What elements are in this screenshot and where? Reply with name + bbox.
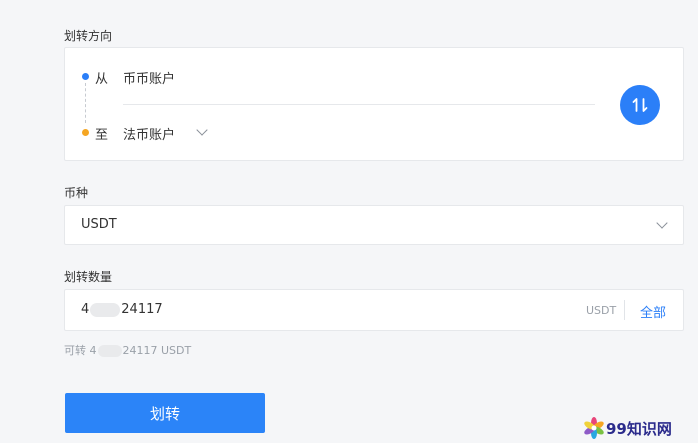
coin-label: 币种: [64, 186, 89, 200]
amount-value-suffix: 24117: [121, 302, 163, 317]
all-button[interactable]: 全部: [640, 302, 666, 321]
to-word: 至: [95, 128, 109, 143]
from-dot-icon: [82, 73, 89, 80]
amount-unit: USDT: [586, 304, 617, 317]
watermark: 99知识网: [582, 416, 694, 440]
from-account: 币币账户: [123, 72, 176, 87]
available-suffix: 24117 USDT: [122, 344, 192, 357]
redacted-blur: [97, 345, 122, 357]
direction-divider: [123, 104, 595, 105]
from-word: 从: [95, 72, 109, 87]
amount-value-prefix: 4: [81, 302, 90, 317]
amount-field[interactable]: 4 24117 USDT 全部: [64, 289, 684, 331]
coin-select[interactable]: USDT: [64, 205, 684, 245]
direction-card: 从 币币账户 至 法币账户: [64, 47, 684, 161]
to-account: 法币账户: [123, 128, 176, 143]
to-account-select[interactable]: 法币账户: [123, 118, 223, 144]
chevron-down-icon: [196, 124, 208, 136]
coin-value: USDT: [81, 217, 117, 232]
to-dot-icon: [82, 129, 89, 136]
flower-logo-icon: [584, 417, 604, 439]
watermark-text: 99知识网: [606, 420, 672, 438]
available-prefix: 可转 4: [64, 344, 97, 357]
transfer-submit-button[interactable]: 划转: [65, 393, 265, 433]
amount-divider: [624, 300, 625, 320]
direction-label: 划转方向: [64, 29, 113, 43]
amount-label: 划转数量: [64, 270, 113, 284]
direction-connector: [85, 83, 86, 123]
chevron-down-icon: [656, 217, 668, 229]
amount-input[interactable]: 4 24117: [81, 302, 163, 317]
redacted-blur: [90, 302, 121, 317]
swap-vertical-arrows-icon: [632, 98, 648, 112]
available-amount: 可转 4 24117 USDT: [64, 342, 191, 358]
swap-button[interactable]: [620, 85, 660, 125]
